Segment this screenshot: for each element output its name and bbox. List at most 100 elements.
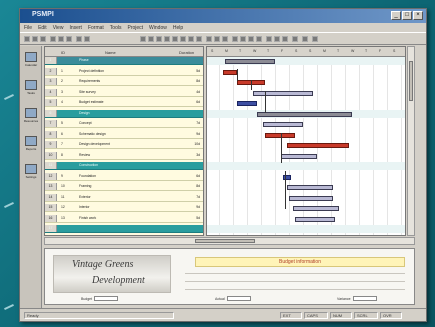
- menu-project[interactable]: Project: [127, 25, 143, 31]
- task-grid: ID Name Duration 1 Phase 2 1 Project definit…: [44, 46, 204, 236]
- toolbar-button-icon[interactable]: [292, 36, 298, 42]
- toolbar-button-icon[interactable]: [172, 36, 178, 42]
- task-bar[interactable]: [293, 206, 339, 211]
- field-input[interactable]: [352, 296, 377, 301]
- table-row[interactable]: 12 9 Foundation 6d: [45, 172, 203, 181]
- task-bar[interactable]: [257, 111, 352, 117]
- table-row[interactable]: 7 5 Concept 7d: [45, 120, 203, 128]
- toolbar-button-icon[interactable]: [32, 36, 38, 42]
- table-row[interactable]: 16 13 Finish work 5d: [45, 214, 203, 223]
- task-bar[interactable]: [223, 69, 237, 75]
- toolbar-button-icon[interactable]: [282, 36, 288, 42]
- col-id-header[interactable]: ID: [61, 50, 65, 55]
- toolbar-button-icon[interactable]: [188, 36, 194, 42]
- task-bar[interactable]: [253, 90, 313, 96]
- menu-format[interactable]: Format: [88, 25, 104, 31]
- table-row[interactable]: 5 4 Budget estimate 6d: [45, 99, 203, 107]
- toolbar-button-icon[interactable]: [256, 36, 262, 42]
- summary-row[interactable]: 6 Design: [45, 109, 203, 118]
- toolbar-button-icon[interactable]: [180, 36, 186, 42]
- tasks-icon: [25, 80, 37, 90]
- view-tasks-button[interactable]: Tasks: [23, 80, 39, 95]
- task-bar[interactable]: [237, 101, 257, 106]
- task-duration: 9d: [196, 205, 200, 209]
- table-row[interactable]: 14 11 Exterior 7d: [45, 193, 203, 202]
- summary-row[interactable]: 17: [45, 225, 203, 233]
- toolbar-button-icon[interactable]: [240, 36, 246, 42]
- field-input[interactable]: [94, 296, 119, 301]
- toolbar-button-icon[interactable]: [312, 36, 318, 42]
- table-row[interactable]: 9 7 Design development 10d: [45, 141, 203, 149]
- task-bar[interactable]: [287, 185, 333, 190]
- toolbar-button-icon[interactable]: [248, 36, 254, 42]
- field-input[interactable]: [226, 296, 251, 301]
- scroll-thumb[interactable]: [409, 61, 413, 101]
- menu-window[interactable]: Window: [149, 25, 167, 31]
- toolbar-button-icon[interactable]: [24, 36, 30, 42]
- menu-help[interactable]: Help: [173, 25, 183, 31]
- task-bar[interactable]: [289, 195, 333, 201]
- table-row[interactable]: 10 8 Review 3d: [45, 151, 203, 160]
- close-button[interactable]: ×: [413, 11, 423, 20]
- table-row[interactable]: 8 6 Schematic design 9d: [45, 130, 203, 139]
- toolbar-button-icon[interactable]: [164, 36, 170, 42]
- toolbar-button-icon[interactable]: [156, 36, 162, 42]
- toolbar-button-icon[interactable]: [266, 36, 272, 42]
- summary-row[interactable]: 1 Phase: [45, 57, 203, 65]
- timescale-tick: W: [351, 49, 355, 53]
- summary-row[interactable]: 11 Construction: [45, 162, 203, 170]
- horizontal-scrollbar[interactable]: [44, 237, 415, 245]
- task-bar[interactable]: [265, 132, 295, 138]
- table-row[interactable]: 15 12 Interior 9d: [45, 204, 203, 212]
- view-resources-button[interactable]: Resources: [23, 108, 39, 123]
- task-bar[interactable]: [281, 153, 317, 159]
- grid-line: [387, 57, 388, 235]
- task-bar[interactable]: [287, 143, 349, 148]
- menu-file[interactable]: File: [24, 25, 32, 31]
- task-duration: 3d: [196, 152, 200, 157]
- toolbar-button-icon[interactable]: [40, 36, 46, 42]
- col-name-header[interactable]: Name: [105, 50, 116, 55]
- toolbar-button-icon[interactable]: [84, 36, 90, 42]
- table-row[interactable]: 3 2 Requirements 8d: [45, 78, 203, 86]
- toolbar-button-icon[interactable]: [50, 36, 56, 42]
- menu-view[interactable]: View: [53, 25, 64, 31]
- scroll-thumb[interactable]: [195, 239, 255, 243]
- toolbar-button-icon[interactable]: [222, 36, 228, 42]
- minimize-button[interactable]: _: [391, 11, 401, 20]
- task-bar[interactable]: [263, 122, 303, 127]
- toolbar-button-icon[interactable]: [206, 36, 212, 42]
- maximize-button[interactable]: □: [402, 11, 412, 20]
- variance-field[interactable]: Variance: [337, 296, 377, 301]
- toolbar-button-icon[interactable]: [76, 36, 82, 42]
- task-name: Phase: [79, 58, 89, 62]
- arrow-icon: [0, 198, 18, 212]
- table-row[interactable]: 2 1 Project definition 5d: [45, 67, 203, 76]
- menu-tools[interactable]: Tools: [110, 25, 122, 31]
- toolbar-button-icon[interactable]: [140, 36, 146, 42]
- actual-field[interactable]: Actual: [215, 296, 251, 301]
- col-duration-header[interactable]: Duration: [179, 50, 194, 55]
- toolbar-button-icon[interactable]: [196, 36, 202, 42]
- toolbar-button-icon[interactable]: [302, 36, 308, 42]
- toolbar-button-icon[interactable]: [214, 36, 220, 42]
- task-id: 9: [61, 173, 63, 178]
- view-settings-button[interactable]: Settings: [23, 164, 39, 179]
- table-row[interactable]: 4 3 Site survey 4d: [45, 88, 203, 97]
- task-duration: 7d: [196, 121, 200, 125]
- toolbar-button-icon[interactable]: [66, 36, 72, 42]
- toolbar-button-icon[interactable]: [274, 36, 280, 42]
- view-calendar-button[interactable]: Calendar: [23, 52, 39, 67]
- menu-edit[interactable]: Edit: [38, 25, 47, 31]
- budget-field[interactable]: Budget: [81, 296, 119, 301]
- table-row[interactable]: 13 10 Framing 8d: [45, 183, 203, 191]
- view-reports-button[interactable]: Reports: [23, 136, 39, 151]
- vertical-scrollbar[interactable]: [407, 46, 415, 236]
- toolbar-button-icon[interactable]: [58, 36, 64, 42]
- toolbar-button-icon[interactable]: [148, 36, 154, 42]
- task-bar[interactable]: [225, 59, 275, 64]
- task-bar[interactable]: [295, 216, 335, 222]
- arrow-icon: [0, 90, 18, 104]
- toolbar-button-icon[interactable]: [232, 36, 238, 42]
- menu-insert[interactable]: Insert: [69, 25, 82, 31]
